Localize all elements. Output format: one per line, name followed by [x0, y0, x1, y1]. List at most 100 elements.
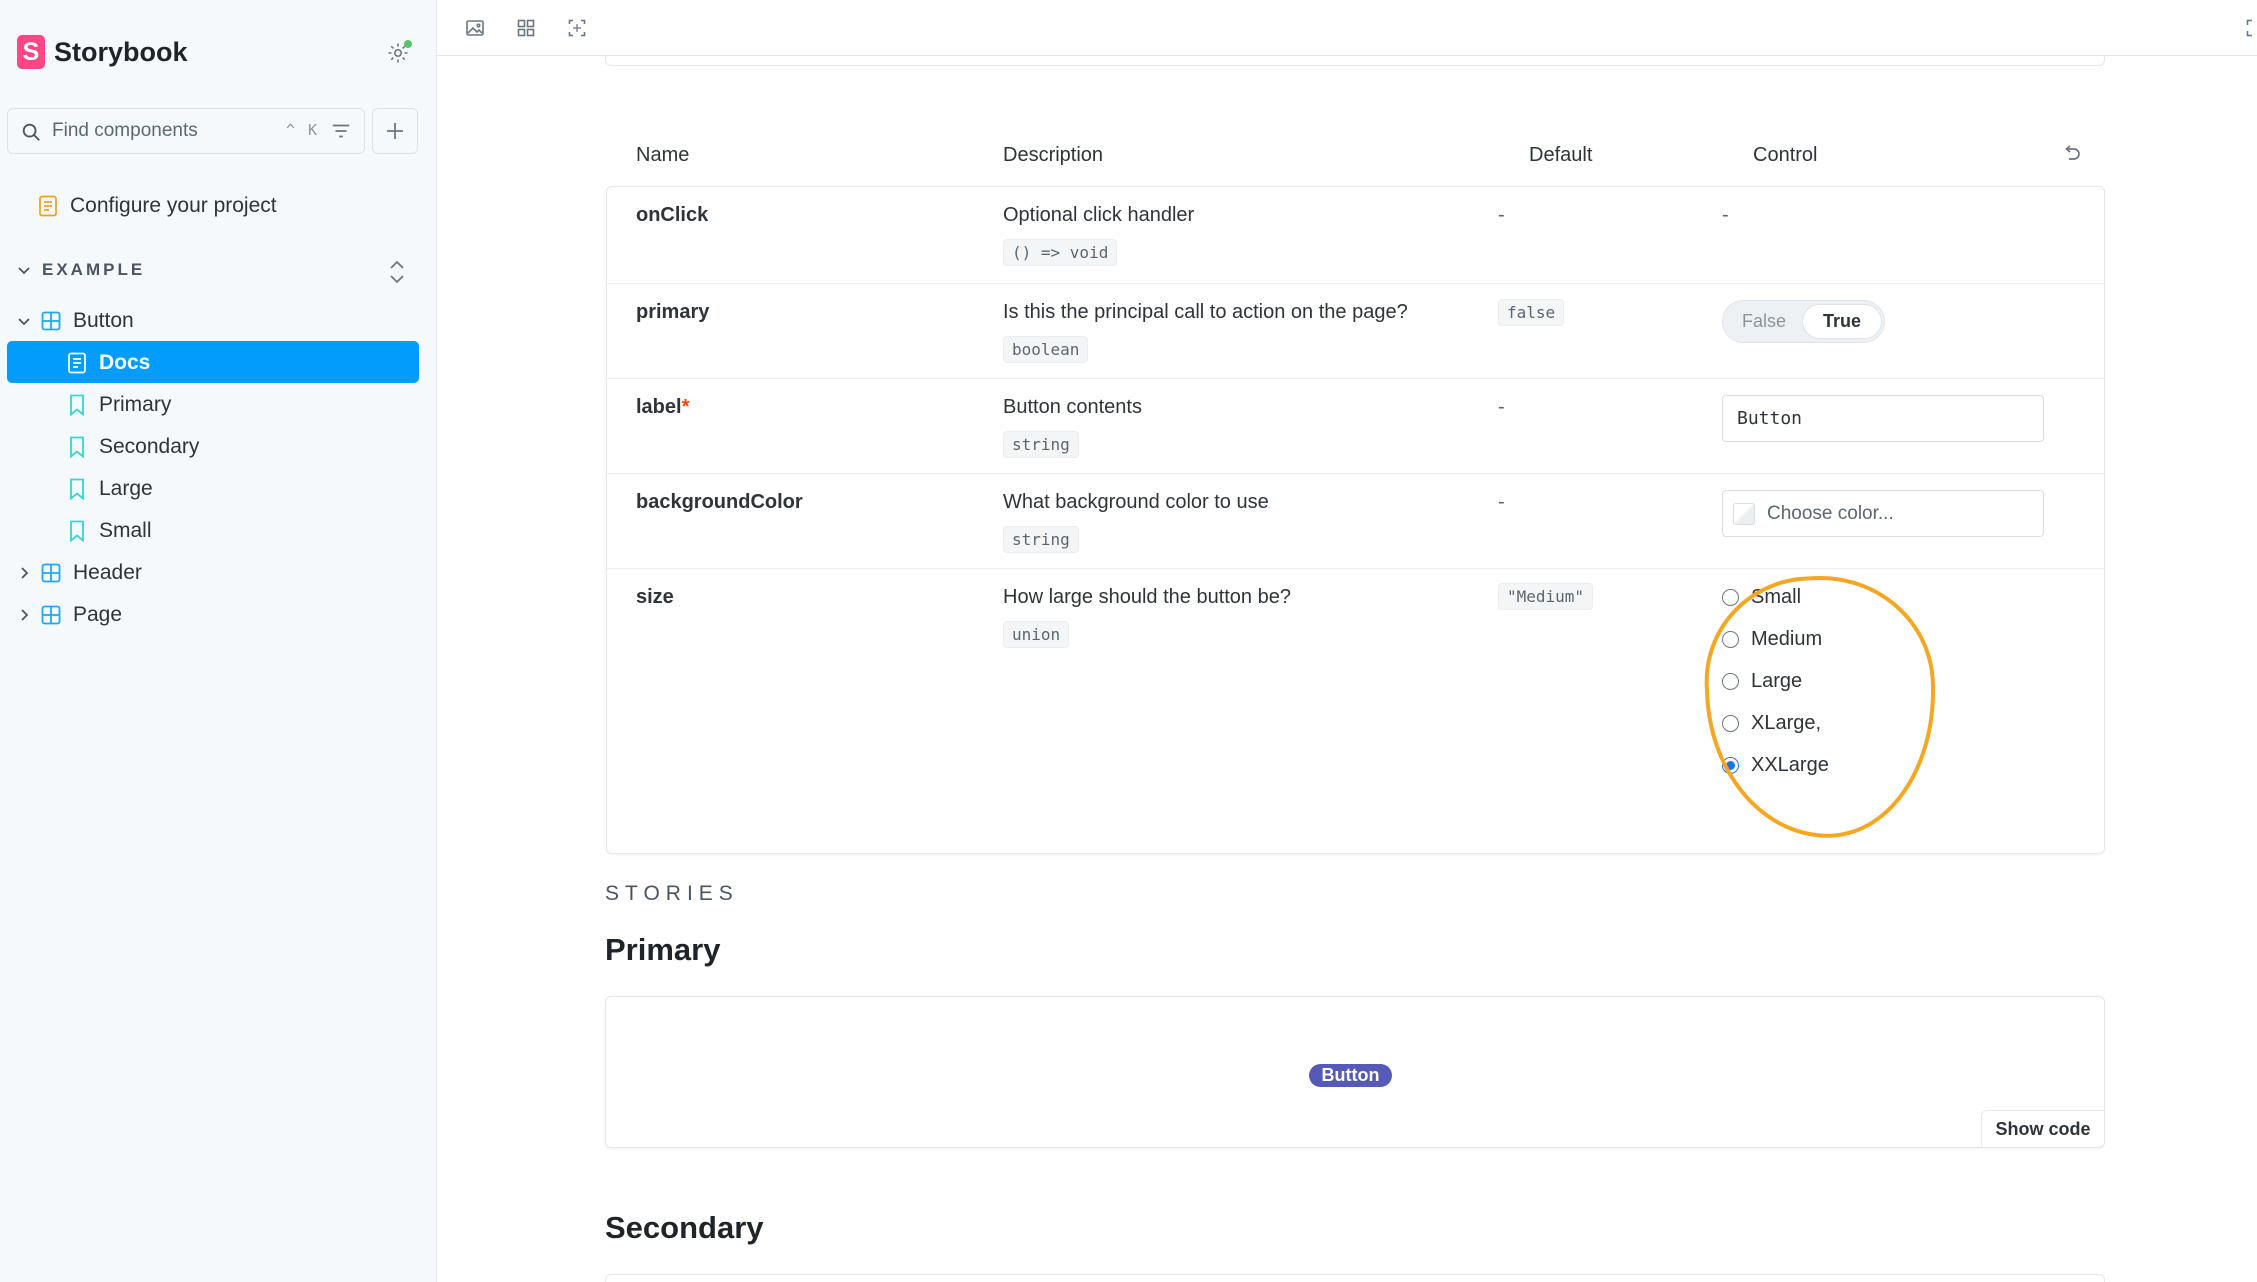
sidebar-item-label: Primary	[99, 393, 172, 416]
color-swatch[interactable]	[1733, 502, 1755, 525]
sidebar-item-label: Small	[99, 519, 152, 542]
document-icon	[37, 195, 59, 217]
story-title-secondary: Secondary	[605, 1210, 764, 1245]
search-input[interactable]	[52, 109, 272, 153]
arg-type: () => void	[1003, 239, 1118, 266]
table-row: primary Is this the principal call to ac…	[607, 284, 2104, 379]
fullscreen-icon	[2246, 19, 2252, 37]
chevron-down-icon	[18, 318, 30, 326]
table-row: backgroundColor What background color to…	[607, 474, 2104, 569]
column-header-default: Default	[1529, 144, 1593, 166]
add-button[interactable]	[372, 108, 418, 154]
demo-button[interactable]: Button	[1309, 1064, 1392, 1087]
bookmark-icon	[66, 520, 88, 542]
arg-name: primary	[636, 301, 710, 323]
arg-type: string	[1003, 526, 1079, 553]
color-placeholder: Choose color...	[1767, 502, 1894, 524]
table-row: size How large should the button be? uni…	[607, 569, 2104, 853]
arg-control: -	[1722, 204, 1729, 226]
grid-button[interactable]	[512, 14, 540, 42]
column-header-control: Control	[1753, 144, 1818, 166]
search-box[interactable]: ^ K	[7, 108, 365, 154]
radio-label: Medium	[1751, 628, 1823, 650]
sidebar-item-docs[interactable]: Docs	[66, 351, 150, 375]
bookmark-icon	[66, 394, 88, 416]
column-header-description: Description	[1003, 144, 1104, 166]
arg-description: Optional click handler	[1003, 204, 1195, 226]
sidebar-item-large[interactable]: Large	[66, 477, 153, 501]
sidebar-item-label: Large	[99, 477, 153, 500]
toolbar	[437, 0, 2257, 56]
sidebar-item-primary[interactable]: Primary	[66, 393, 171, 417]
radio-option-xlarge[interactable]: XLarge,	[1722, 712, 1821, 735]
settings-button[interactable]	[382, 37, 414, 69]
outline-button[interactable]	[563, 14, 591, 42]
section-example[interactable]: EXAMPLE	[16, 260, 145, 280]
arg-default: false	[1498, 299, 1565, 326]
sidebar-item-label: Docs	[99, 351, 151, 374]
docs-content: Name Description Default Control onClick…	[437, 56, 2257, 1282]
radio-button[interactable]	[1722, 673, 1739, 690]
radio-option-xxlarge[interactable]: XXLarge	[1722, 754, 1829, 777]
radio-button[interactable]	[1722, 589, 1739, 606]
sidebar-item-small[interactable]: Small	[66, 519, 152, 543]
configure-project-link[interactable]: Configure your project	[37, 194, 277, 218]
color-picker-input[interactable]: Choose color...	[1722, 490, 2044, 537]
radio-button[interactable]	[1722, 715, 1739, 732]
toggle-false-option[interactable]: False	[1727, 305, 1801, 338]
brand[interactable]: S Storybook	[17, 34, 188, 70]
component-icon	[40, 604, 62, 626]
image-button[interactable]	[461, 14, 489, 42]
stories-heading: STORIES	[605, 882, 739, 905]
radio-button[interactable]	[1722, 631, 1739, 648]
document-icon	[66, 352, 88, 374]
table-row: onClick Optional click handler () => voi…	[607, 187, 2104, 284]
radio-label: XXLarge	[1751, 754, 1829, 776]
toggle-true-option[interactable]: True	[1803, 305, 1881, 338]
show-code-button[interactable]: Show code	[1981, 1110, 2105, 1148]
arg-default: "Medium"	[1498, 583, 1594, 610]
undo-icon[interactable]	[2061, 144, 2083, 166]
outline-icon	[568, 19, 586, 37]
radio-option-small[interactable]: Small	[1722, 586, 1801, 609]
radio-option-large[interactable]: Large	[1722, 670, 1802, 693]
bookmark-icon	[66, 436, 88, 458]
search-shortcut: ^ K	[286, 121, 320, 139]
sidebar-item-header[interactable]: Header	[16, 561, 142, 585]
chevron-right-icon	[21, 567, 29, 579]
arg-name: size	[636, 586, 674, 608]
sidebar-item-button[interactable]: Button	[16, 309, 134, 333]
required-mark: *	[681, 396, 690, 418]
configure-project-label: Configure your project	[70, 194, 277, 217]
image-icon	[466, 20, 484, 36]
arg-default: -	[1498, 204, 1505, 226]
previous-card-edge	[605, 56, 2105, 66]
arg-name: label*	[636, 396, 689, 419]
plus-icon	[387, 123, 403, 139]
radio-option-medium[interactable]: Medium	[1722, 628, 1822, 651]
arg-name-text: label	[636, 396, 682, 418]
sidebar-item-page[interactable]: Page	[16, 603, 122, 627]
sidebar: S Storybook ^ K Configure your project E…	[0, 0, 437, 1282]
brand-name: Storybook	[54, 36, 188, 67]
sidebar-item-secondary[interactable]: Secondary	[66, 435, 199, 459]
sidebar-item-label: Header	[73, 561, 142, 584]
label-text-input[interactable]	[1722, 395, 2044, 442]
arg-default: -	[1498, 396, 1505, 418]
filter-icon[interactable]	[330, 120, 352, 142]
table-row: label* Button contents string -	[607, 379, 2104, 474]
fullscreen-button[interactable]	[2241, 14, 2257, 42]
radio-label: Small	[1751, 586, 1802, 608]
arg-type: boolean	[1003, 336, 1089, 363]
boolean-toggle[interactable]: False True	[1722, 300, 1885, 343]
section-label: EXAMPLE	[42, 260, 146, 279]
grid-icon	[517, 19, 535, 37]
arg-name: onClick	[636, 204, 709, 226]
expand-collapse-icon[interactable]	[386, 258, 408, 286]
radio-button-checked[interactable]	[1722, 757, 1739, 774]
arg-default: -	[1498, 491, 1505, 513]
storybook-logo-icon: S	[17, 35, 45, 69]
story-preview-primary: Button Show code	[605, 996, 2105, 1148]
radio-label: XLarge,	[1751, 712, 1822, 734]
arg-description: How large should the button be?	[1003, 586, 1291, 608]
